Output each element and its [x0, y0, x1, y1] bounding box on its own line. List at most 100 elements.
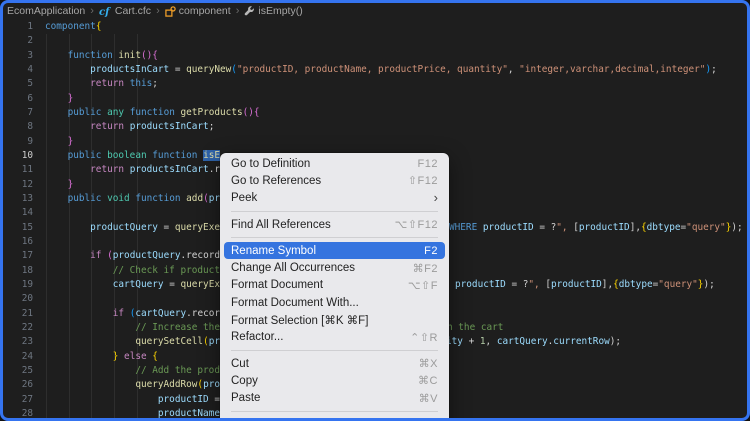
code-token: [45, 250, 90, 261]
code-token: +: [463, 336, 480, 347]
menu-item-change-all-occurrences[interactable]: Change All Occurrences⌘F2: [224, 259, 445, 276]
code-line-6[interactable]: }: [45, 92, 747, 107]
breadcrumb-label: EcomApplication: [7, 5, 85, 17]
menu-shortcut: ⌘C: [418, 374, 438, 387]
code-token: pr: [209, 193, 220, 204]
menu-shortcut: ⌘F2: [413, 262, 438, 275]
line-number: 12: [3, 178, 33, 193]
code-token: pr: [209, 336, 220, 347]
code-token: getProducts: [181, 107, 243, 118]
code-line-7[interactable]: public any function getProducts(){: [45, 106, 747, 121]
code-token: currentRow: [553, 336, 609, 347]
code-token: productID: [158, 394, 209, 405]
line-number: 25: [3, 364, 33, 379]
code-token: [45, 107, 68, 118]
menu-shortcut: F12: [418, 158, 438, 170]
code-token: // Check if product: [113, 265, 220, 276]
breadcrumb-separator: ›: [90, 5, 94, 17]
menu-item-format-document[interactable]: Format Document⌥⇧F: [224, 277, 445, 294]
code-token: ,: [508, 64, 519, 75]
selected-symbol: isE: [203, 150, 220, 161]
code-token: productID: [579, 222, 630, 233]
breadcrumb: EcomApplication›cfCart.cfc›component›isE…: [3, 3, 747, 19]
menu-item-label: Format Selection [⌘K ⌘F]: [231, 313, 438, 327]
code-token: "integer,varchar,decimal,integer": [519, 64, 705, 75]
code-token: [45, 365, 135, 376]
code-line-3[interactable]: function init(){: [45, 49, 747, 64]
code-token: =: [209, 394, 220, 405]
code-token: [45, 265, 113, 276]
code-token: "productID, productName, productPrice, q…: [237, 64, 508, 75]
breadcrumb-label: component: [179, 5, 231, 17]
menu-item-toggle-cf-comment[interactable]: Toggle CF comment⌃⌥C: [224, 416, 445, 421]
code-token: .r: [209, 164, 220, 175]
breadcrumb-item-cart-cfc[interactable]: cfCart.cfc: [99, 5, 151, 17]
menu-item-cut[interactable]: Cut⌘X: [224, 355, 445, 372]
menu-item-copy[interactable]: Copy⌘C: [224, 372, 445, 389]
code-token: [45, 308, 113, 319]
code-token: (){: [243, 107, 260, 118]
code-token: return: [90, 121, 124, 132]
code-token: component: [45, 21, 96, 32]
code-token: [45, 279, 113, 290]
code-token: [45, 408, 158, 419]
code-token: }: [68, 179, 74, 190]
menu-item-label: Copy: [231, 375, 418, 387]
submenu-arrow-icon: ›: [434, 193, 438, 203]
code-token: queryEx: [180, 279, 220, 290]
menu-item-label: Go to Definition: [231, 158, 418, 170]
menu-item-label: Cut: [231, 358, 419, 370]
code-token: productID: [455, 279, 506, 290]
menu-item-label: Rename Symbol: [231, 245, 424, 257]
code-right-segment: productID = ?", [productID],{dbtype="que…: [455, 278, 715, 292]
line-number: 21: [3, 307, 33, 322]
code-token: // Increase the: [135, 322, 220, 333]
line-number: 15: [3, 221, 33, 236]
code-token: [45, 222, 90, 233]
menu-item-rename-symbol[interactable]: Rename SymbolF2: [224, 242, 445, 259]
menu-item-go-to-definition[interactable]: Go to DefinitionF12: [224, 155, 445, 172]
line-number: 20: [3, 292, 33, 307]
breadcrumb-item-isempty[interactable]: isEmpty(): [244, 5, 302, 17]
line-number: 7: [3, 106, 33, 121]
code-token: [45, 394, 158, 405]
code-token: ,: [486, 336, 497, 347]
code-token: cartQuery: [113, 279, 164, 290]
code-token: cartQuery: [135, 308, 186, 319]
code-token: init: [118, 50, 141, 61]
code-token: [45, 379, 135, 390]
code-line-5[interactable]: return this;: [45, 77, 747, 92]
code-token: this: [130, 78, 153, 89]
code-token: ",: [556, 222, 573, 233]
code-line-2[interactable]: [45, 34, 747, 49]
cfml-file-icon: cf: [99, 6, 112, 17]
code-token: dbtype: [647, 222, 681, 233]
menu-item-find-all-references[interactable]: Find All References⌥⇧F12: [224, 216, 445, 233]
code-token: .recor: [186, 308, 220, 319]
menu-item-refactor[interactable]: Refactor...⌃⇧R: [224, 329, 445, 346]
code-token: [45, 50, 68, 61]
code-line-9[interactable]: }: [45, 135, 747, 150]
menu-item-label: Change All Occurrences: [231, 262, 413, 274]
code-line-8[interactable]: return productsInCart;: [45, 120, 747, 135]
menu-item-format-selection-k-f[interactable]: Format Selection [⌘K ⌘F]: [224, 311, 445, 328]
line-number: 11: [3, 163, 33, 178]
code-token: function: [68, 50, 113, 61]
menu-shortcut: ⌥⇧F: [408, 279, 438, 292]
breadcrumb-item-ecomapplication[interactable]: EcomApplication: [7, 5, 85, 17]
code-token: =: [169, 64, 186, 75]
code-token: if: [90, 250, 101, 261]
code-token: productQuery: [90, 222, 158, 233]
menu-item-format-document-with[interactable]: Format Document With...: [224, 294, 445, 311]
code-token: // Add the prod: [135, 365, 220, 376]
breadcrumb-item-component[interactable]: component: [165, 5, 231, 17]
menu-item-go-to-references[interactable]: Go to References⇧F12: [224, 172, 445, 189]
menu-item-paste[interactable]: Paste⌘V: [224, 390, 445, 407]
menu-item-peek[interactable]: Peek›: [224, 190, 445, 207]
code-right-segment: ity + 1, cartQuery.currentRow);: [446, 335, 621, 349]
line-number: 19: [3, 278, 33, 293]
code-line-1[interactable]: component{: [45, 20, 747, 35]
line-number: 13: [3, 192, 33, 207]
code-line-4[interactable]: productsInCart = queryNew("productID, pr…: [45, 63, 747, 78]
code-right-segment: n the cart: [447, 321, 503, 335]
